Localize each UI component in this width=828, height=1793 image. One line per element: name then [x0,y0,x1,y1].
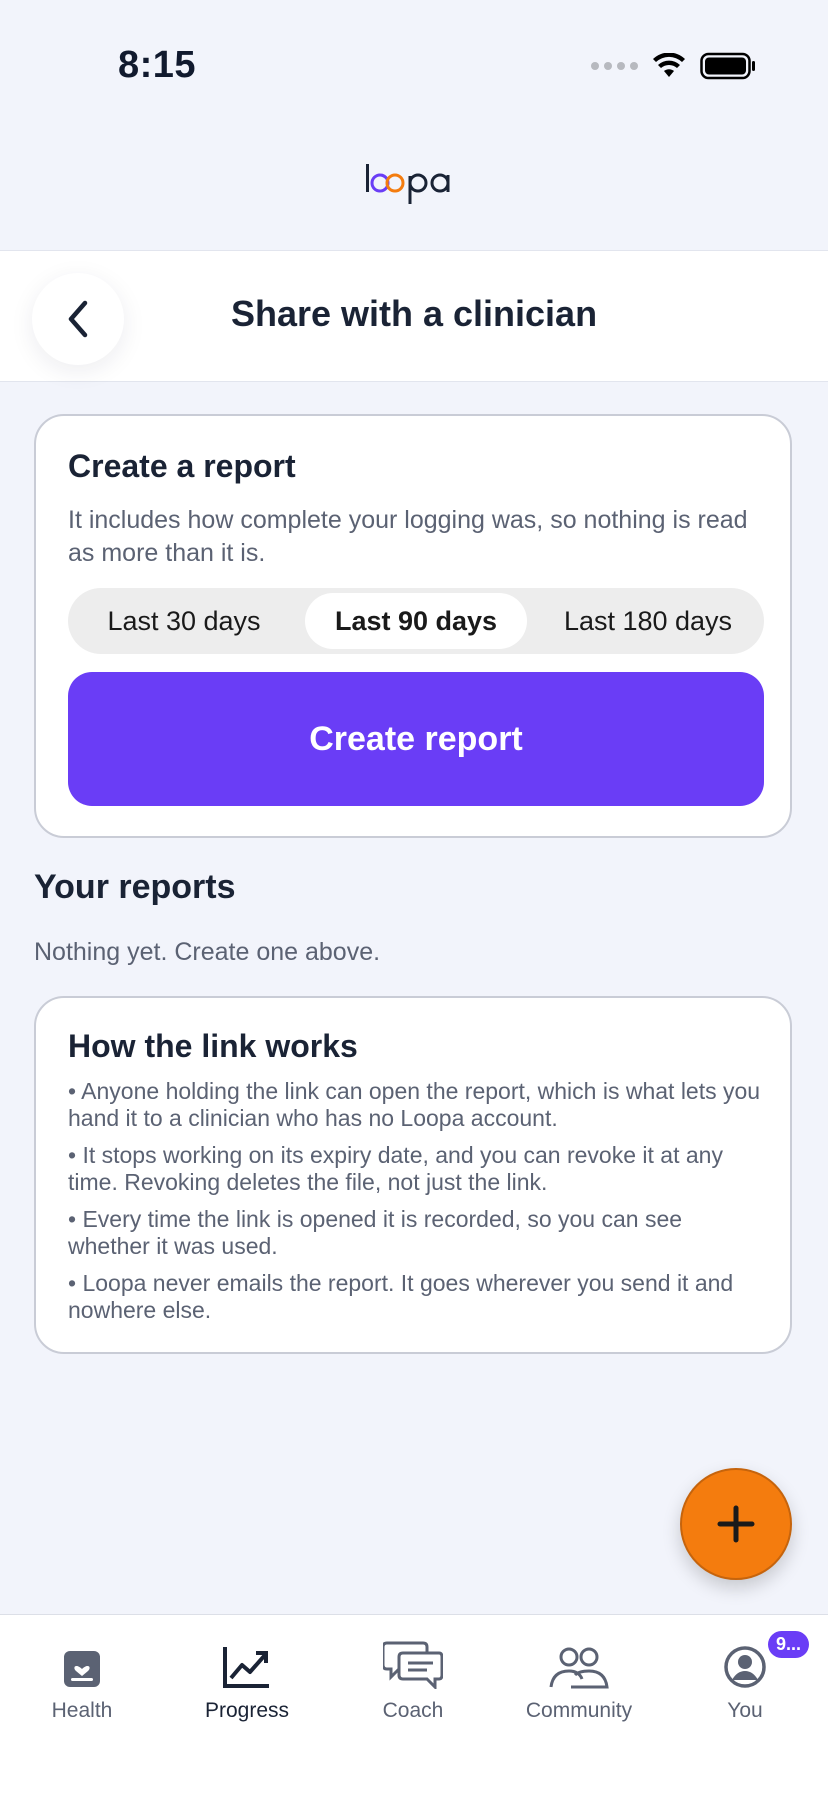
tab-you[interactable]: 9... You [680,1631,810,1723]
tab-progress[interactable]: Progress [182,1635,312,1723]
range-180-days[interactable]: Last 180 days [537,593,759,649]
status-icons [591,52,756,80]
range-30-days[interactable]: Last 30 days [73,593,295,649]
page-title: Share with a clinician [230,293,598,334]
list-item: • It stops working on its expiry date, a… [68,1142,723,1195]
cellular-signal-icon [591,62,638,70]
notification-badge: 9... [768,1631,810,1658]
tab-coach-label: Coach [382,1699,444,1722]
plus-icon [717,1505,755,1543]
wifi-icon [653,53,685,77]
progress-chart-icon [223,1647,269,1688]
people-icon [549,1647,609,1689]
your-reports-title: Your reports [34,868,236,906]
health-icon [64,1651,100,1687]
how-link-works-card: How the link works • Anyone holding the … [34,996,792,1354]
bottom-tab-bar: Health Progress Coach Community 9... You [0,1614,828,1793]
create-report-description: It includes how complete your logging wa… [68,506,748,567]
list-item: • Anyone holding the link can open the r… [68,1078,761,1131]
list-item: • Every time the link is opened it is re… [68,1206,683,1259]
tab-you-label: You [727,1699,763,1722]
how-link-works-list: • Anyone holding the link can open the r… [68,1078,768,1334]
create-report-card: Create a report It includes how complete… [34,414,792,838]
add-fab-button[interactable] [680,1468,792,1580]
user-avatar-icon [724,1646,766,1688]
tab-health-label: Health [51,1699,113,1722]
tab-community-label: Community [525,1699,633,1722]
chat-bubbles-icon [383,1641,443,1689]
create-report-button[interactable]: Create report [68,672,764,806]
page-header: Share with a clinician [0,250,828,382]
list-item: • Loopa never emails the report. It goes… [68,1270,734,1323]
loopa-logo [366,164,450,204]
how-link-works-title: How the link works [68,1028,358,1064]
battery-icon [700,52,755,80]
status-time: 8:15 [118,44,197,86]
range-90-days[interactable]: Last 90 days [305,593,527,649]
tab-progress-label: Progress [204,1699,290,1722]
tab-coach[interactable]: Coach [348,1635,478,1723]
create-report-title: Create a report [68,448,296,484]
status-bar: 8:15 [0,0,828,130]
tab-health[interactable]: Health [17,1635,147,1723]
reports-empty-text: Nothing yet. Create one above. [34,938,381,966]
logo-bar [0,140,828,250]
date-range-selector: Last 30 days Last 90 days Last 180 days [68,588,764,654]
tab-community[interactable]: Community [514,1635,644,1723]
